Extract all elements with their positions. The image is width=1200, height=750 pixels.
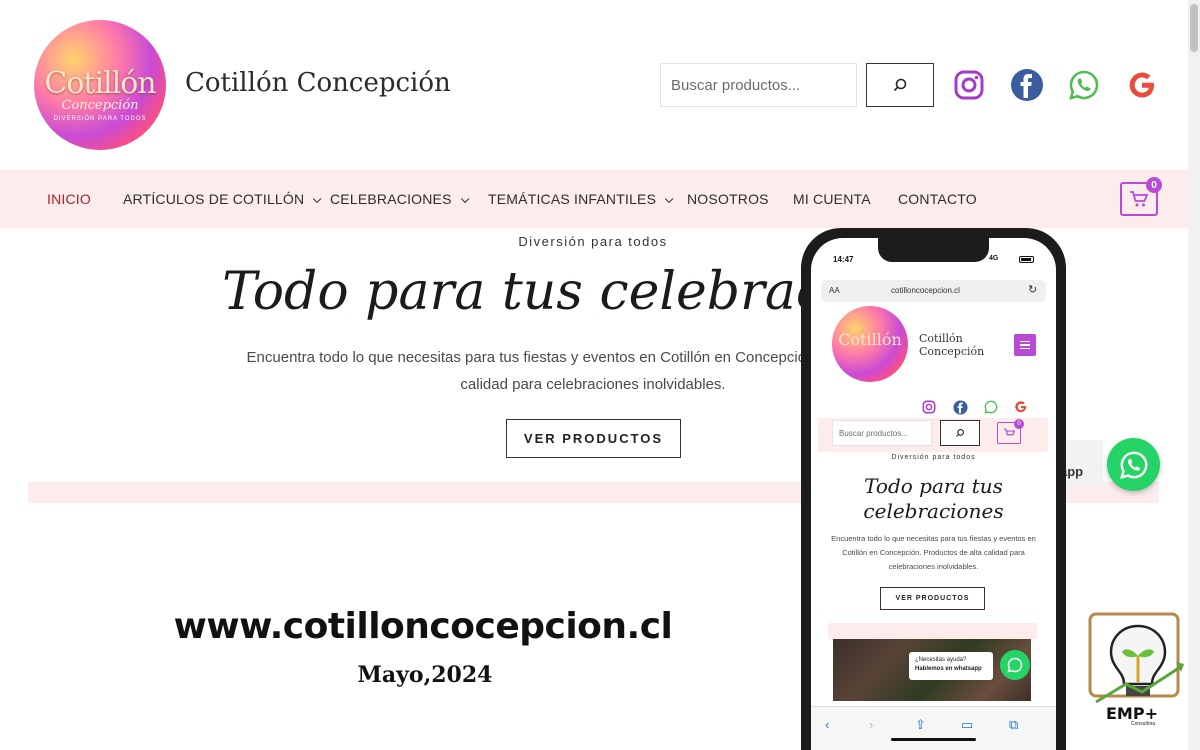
battery-icon (1019, 256, 1034, 263)
chevron-down-icon (665, 194, 674, 204)
mobile-site-title-line: Cotillón (919, 332, 963, 345)
home-indicator (891, 738, 976, 741)
mobile-instagram-link[interactable] (921, 399, 937, 415)
nav-item-celebraciones[interactable]: CELEBRACIONES (330, 191, 470, 207)
nav-item-label: MI CUENTA (793, 191, 871, 207)
mobile-site-title-line: Concepción (919, 345, 985, 358)
logo-subtext: Concepción (61, 98, 139, 113)
mobile-google-link[interactable] (1013, 399, 1029, 415)
nav-item-label: ARTÍCULOS DE COTILLÓN (123, 191, 305, 207)
phone-mockup: 14:47 4G AA cotilloncocepcion.cl ↻ Cotil… (801, 228, 1066, 750)
whatsapp-float-button[interactable] (1107, 438, 1160, 491)
phone-screen: 14:47 4G AA cotilloncocepcion.cl ↻ Cotil… (811, 238, 1056, 750)
nav-item-mi-cuenta[interactable]: MI CUENTA (793, 191, 871, 207)
mobile-hero-title: Todo para tus celebraciones (863, 474, 1004, 523)
search-button[interactable] (866, 63, 934, 107)
help-tooltip-line: ¿Necesitas ayuda? (915, 657, 967, 663)
whatsapp-icon (1119, 451, 1147, 479)
bookmarks-icon[interactable]: ▭ (961, 717, 973, 733)
cart-icon (1130, 191, 1149, 207)
nav-item-label: NOSOTROS (687, 191, 769, 207)
promo-date: Mayo,2024 (357, 662, 493, 688)
mobile-url[interactable]: cotilloncocepcion.cl (891, 286, 960, 295)
status-signal: 4G (989, 255, 999, 262)
main-nav: INICIO ARTÍCULOS DE COTILLÓN CELEBRACION… (0, 170, 1188, 228)
mobile-whatsapp-float-button[interactable] (1000, 650, 1030, 680)
hamburger-menu-button[interactable] (1014, 334, 1036, 356)
mobile-hero-description: Encuentra todo lo que necesitas para tus… (831, 534, 1036, 571)
mobile-logo-text: Cotillón (838, 330, 902, 349)
search-input[interactable] (660, 63, 857, 107)
google-link[interactable] (1124, 67, 1160, 103)
facebook-icon (952, 399, 968, 415)
chevron-down-icon (313, 194, 322, 204)
google-icon (1015, 401, 1027, 413)
nav-item-contacto[interactable]: CONTACTO (898, 191, 977, 207)
search-icon (956, 429, 964, 437)
chevron-down-icon (460, 194, 470, 204)
text-size-button[interactable]: AA (829, 286, 840, 295)
nav-item-label: INICIO (47, 191, 91, 207)
mobile-whatsapp-link[interactable] (983, 399, 999, 415)
tabs-icon[interactable]: ⧉ (1009, 717, 1018, 733)
mobile-site-title[interactable]: Cotillón Concepción (919, 332, 999, 358)
nav-item-nosotros[interactable]: NOSOTROS (687, 191, 769, 207)
mobile-search-button[interactable] (940, 420, 980, 446)
instagram-icon (954, 70, 984, 100)
cart-count-badge: 0 (1146, 177, 1162, 193)
cart-icon (1003, 428, 1015, 435)
mobile-site-logo[interactable]: Cotillón (832, 306, 908, 382)
mobile-hero-eyebrow: Diversión para todos (891, 454, 976, 461)
logo-text: Cotillón (44, 66, 156, 101)
mobile-address-bar[interactable]: AA cotilloncocepcion.cl ↻ (821, 280, 1046, 302)
facebook-icon (1011, 69, 1043, 101)
view-products-button[interactable]: VER PRODUCTOS (506, 419, 681, 458)
facebook-link[interactable] (1009, 67, 1045, 103)
mobile-section-divider (828, 623, 1037, 639)
reload-icon[interactable]: ↻ (1028, 283, 1037, 296)
whatsapp-help-tooltip[interactable]: ¿Necesitas ayuda? Hablemos en whatsapp (909, 652, 993, 680)
whatsapp-link[interactable] (1066, 67, 1102, 103)
mobile-view-products-button[interactable]: VER PRODUCTOS (880, 587, 985, 610)
scrollbar-thumb[interactable] (1190, 4, 1198, 52)
nav-item-label: CELEBRACIONES (330, 191, 452, 207)
whatsapp-icon (1007, 657, 1023, 673)
status-time: 14:47 (833, 255, 854, 264)
mobile-search-input[interactable]: Buscar productos... (832, 420, 932, 446)
nav-item-tematicas[interactable]: TEMÁTICAS INFANTILES (488, 191, 674, 207)
mobile-cart-count-badge: 0 (1014, 419, 1024, 429)
nav-item-label: CONTACTO (898, 191, 977, 207)
whatsapp-icon (1069, 70, 1099, 100)
site-logo[interactable]: Cotillón Concepción DIVERSIÓN PARA TODOS (34, 20, 166, 150)
google-icon (1129, 72, 1154, 98)
instagram-icon (922, 400, 936, 414)
help-tooltip-line: Hablemos en whatsapp (915, 666, 982, 672)
nav-item-inicio[interactable]: INICIO (47, 191, 91, 207)
instagram-link[interactable] (951, 67, 987, 103)
hero-eyebrow: Diversión para todos (518, 234, 668, 249)
whatsapp-icon (984, 400, 998, 414)
search-icon (893, 78, 907, 92)
nav-item-articulos[interactable]: ARTÍCULOS DE COTILLÓN (123, 191, 322, 207)
site-header: Cotillón Concepción DIVERSIÓN PARA TODOS… (0, 0, 1188, 170)
nav-item-label: TEMÁTICAS INFANTILES (488, 191, 657, 207)
logo-tagline: DIVERSIÓN PARA TODOS (53, 116, 147, 122)
forward-icon[interactable]: › (869, 717, 873, 732)
share-icon[interactable]: ⇪ (915, 717, 926, 733)
site-title[interactable]: Cotillón Concepción (185, 68, 451, 98)
back-icon[interactable]: ‹ (825, 717, 829, 732)
promo-url: www.cotilloncocepcion.cl (173, 606, 673, 647)
safari-toolbar: ‹ › ⇪ ▭ ⧉ (811, 706, 1056, 750)
mobile-facebook-link[interactable] (952, 399, 968, 415)
consultant-sub: Consultora (1131, 721, 1156, 727)
phone-notch (878, 238, 989, 262)
